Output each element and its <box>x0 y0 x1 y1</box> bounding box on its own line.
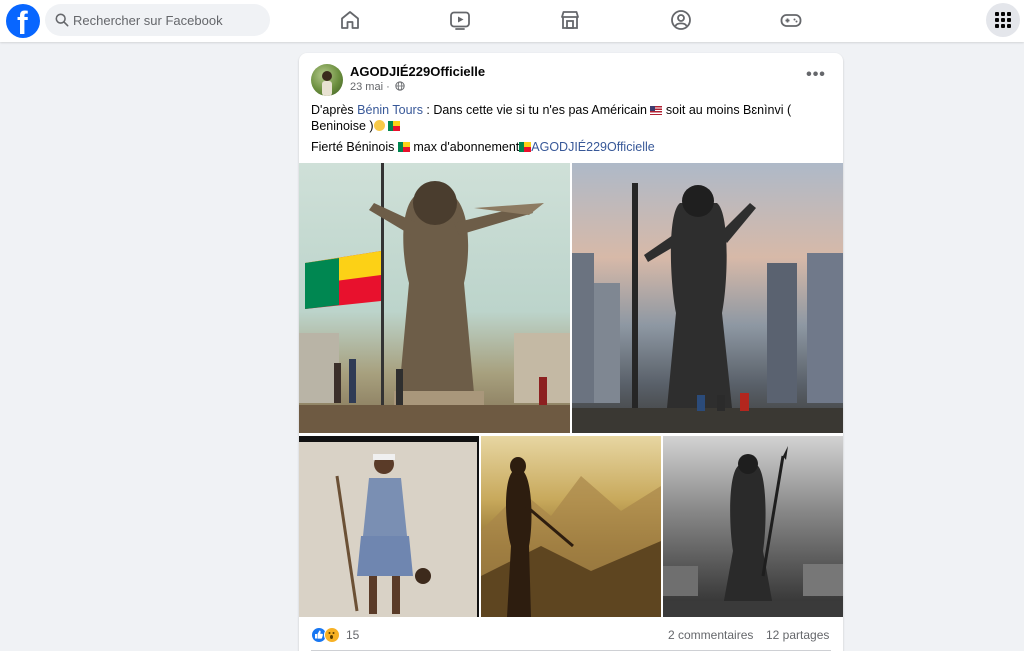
photo-statue-woman-flag[interactable] <box>299 163 570 433</box>
meta-separator: · <box>386 81 390 93</box>
home-icon[interactable] <box>338 8 362 32</box>
photo-drawing-amazon[interactable] <box>299 436 479 617</box>
search-input[interactable] <box>73 4 263 36</box>
gaming-icon[interactable] <box>779 8 803 32</box>
post-date[interactable]: 23 mai <box>350 81 383 93</box>
wow-reaction-icon <box>324 627 340 643</box>
marketplace-icon[interactable] <box>558 8 582 32</box>
statue-woman-image <box>299 163 570 433</box>
search-box[interactable] <box>45 4 270 36</box>
top-navigation-bar: f <box>0 0 1024 42</box>
post-text-line-2: Fierté Béninois max d'abonnement AGODJIÉ2… <box>311 140 655 154</box>
photo-warrior-statue-bw[interactable] <box>663 436 843 617</box>
groups-icon[interactable] <box>669 8 693 32</box>
benin-flag-icon <box>388 121 401 131</box>
post-text: D'après Bénin Tours : Dans cette vie si … <box>311 102 811 160</box>
more-options-button[interactable]: ••• <box>805 65 827 87</box>
link-agodjie-page[interactable]: AGODJIÉ229Officielle <box>531 140 654 154</box>
author-avatar[interactable] <box>311 64 343 96</box>
shares-count[interactable]: 12 partages <box>766 628 829 642</box>
facebook-logo-icon[interactable]: f <box>6 4 40 41</box>
grid-menu-icon[interactable] <box>986 3 1020 37</box>
link-benin-tours[interactable]: Bénin Tours <box>357 103 423 117</box>
author-name[interactable]: AGODJIÉ229Officielle <box>350 64 485 79</box>
post-text-line-1: D'après Bénin Tours : Dans cette vie si … <box>311 103 792 133</box>
statue-warrior-image <box>572 183 843 433</box>
avatar-person-icon <box>322 71 332 96</box>
post-meta: 23 mai · <box>350 81 405 93</box>
globe-icon <box>395 81 405 91</box>
benin-flag-icon <box>519 142 532 152</box>
photo-silhouette-warrior[interactable] <box>481 436 661 617</box>
comments-count[interactable]: 2 commentaires <box>668 628 753 642</box>
drawing-amazon-image <box>299 436 479 617</box>
reaction-count[interactable]: 15 <box>346 628 359 642</box>
smiling-face-icon <box>373 120 385 131</box>
benin-flag-icon <box>397 142 410 152</box>
post-card: AGODJIÉ229Officielle 23 mai · ••• D'aprè… <box>299 53 843 651</box>
search-icon <box>55 13 69 27</box>
warrior-statue-bw-image <box>663 446 843 617</box>
photo-statue-warrior-city[interactable] <box>572 163 843 433</box>
silhouette-warrior-image <box>481 457 661 617</box>
logo-letter: f <box>17 5 28 41</box>
video-icon[interactable] <box>448 8 472 32</box>
us-flag-icon <box>650 106 663 115</box>
